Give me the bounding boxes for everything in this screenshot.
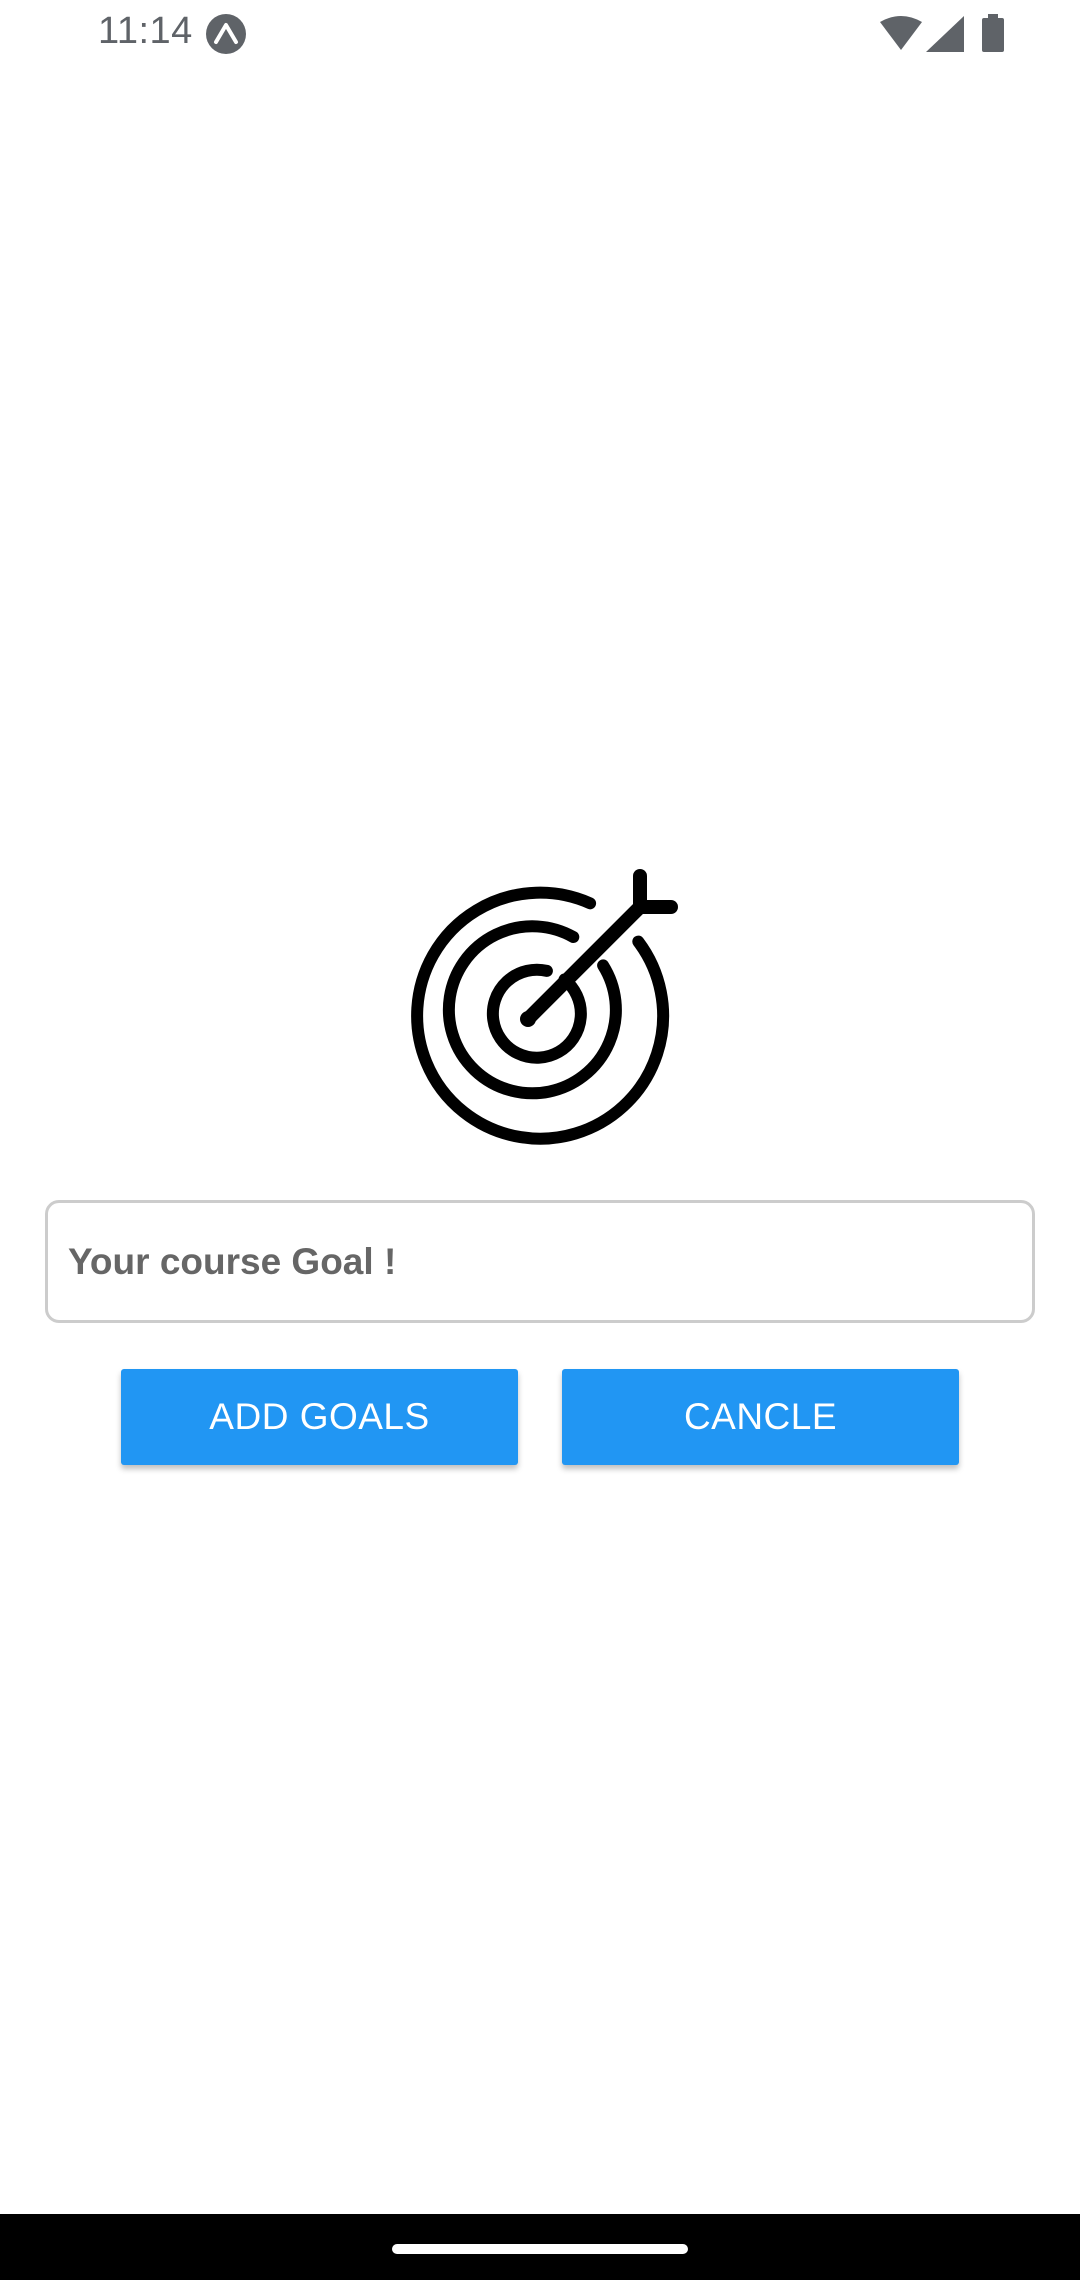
add-goals-button[interactable]: ADD GOALS <box>121 1369 518 1465</box>
goal-input[interactable] <box>45 1200 1035 1323</box>
status-bar: 11:14 <box>0 0 1080 66</box>
status-time: 11:14 <box>98 10 193 52</box>
wifi-icon <box>880 16 922 50</box>
expo-icon <box>206 14 246 54</box>
goal-input-screen: 11:14 ADD GOALS CANCLE <box>0 0 1080 2280</box>
target-icon <box>411 869 678 1145</box>
signal-icon <box>926 16 964 52</box>
battery-icon <box>982 14 1004 52</box>
home-gesture-handle[interactable] <box>392 2244 688 2254</box>
cancel-button[interactable]: CANCLE <box>562 1369 959 1465</box>
navigation-bar <box>0 2214 1080 2280</box>
